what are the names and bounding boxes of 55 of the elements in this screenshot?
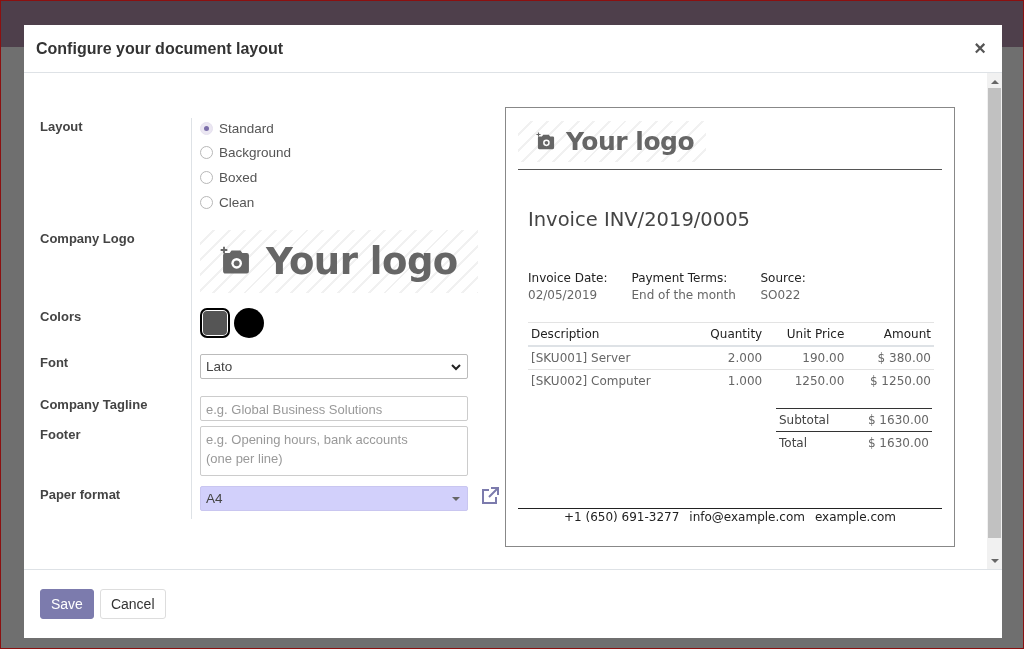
dialog-title: Configure your document layout	[36, 39, 284, 58]
scrollbar[interactable]	[987, 73, 1002, 569]
total-value: $ 1630.00	[847, 431, 932, 454]
field-label: Company Tagline	[40, 396, 149, 415]
radio-option[interactable]: Standard	[200, 116, 292, 141]
column-header: Quantity	[690, 322, 766, 346]
radio-option[interactable]: Background	[200, 140, 292, 166]
contact-text: +1 (650) 691-3277	[563, 510, 680, 524]
close-button[interactable]: ×	[970, 37, 990, 60]
info-label: Invoice Date:	[528, 271, 608, 285]
logo-text: Your logo	[266, 240, 458, 284]
invoice-title: Invoice INV/2019/0005	[528, 208, 751, 231]
column-header: Description	[528, 322, 691, 346]
scroll-up-icon[interactable]	[990, 78, 999, 86]
table-cell: [SKU001] Server	[528, 346, 691, 370]
field-label: Colors	[40, 308, 83, 327]
table-cell: 190.00	[765, 346, 848, 370]
color-swatch[interactable]	[234, 308, 264, 339]
field-label: Footer	[40, 426, 82, 445]
table-cell: 2.000	[690, 346, 766, 370]
save-button[interactable]: Save	[40, 589, 94, 619]
total-value: $ 1630.00	[847, 408, 932, 432]
table-cell: $ 1250.00	[847, 369, 934, 392]
column-header: Unit Price	[765, 322, 848, 346]
info-label: Payment Terms:	[631, 271, 729, 285]
radio-option[interactable]: Clean	[200, 189, 292, 215]
table-cell: [SKU002] Computer	[528, 369, 691, 392]
column-header: Amount	[847, 322, 934, 346]
total-label: Total	[776, 431, 848, 454]
contact-text: example.com	[814, 510, 897, 524]
paper-format-select[interactable]: A4	[200, 486, 468, 512]
color-swatch[interactable]	[200, 308, 230, 339]
scroll-down-icon[interactable]	[990, 557, 999, 565]
info-value: 02/05/2019	[528, 288, 599, 302]
font-select[interactable]: Lato	[200, 354, 468, 380]
table-cell: 1.000	[690, 369, 766, 392]
caret-icon	[450, 494, 462, 503]
total-label: Subtotal	[776, 408, 848, 432]
logo-text: Your logo	[566, 127, 695, 156]
cancel-button[interactable]: Cancel	[99, 589, 166, 619]
external-link-icon[interactable]	[480, 486, 500, 507]
table-cell: $ 380.00	[847, 346, 934, 370]
logo-placeholder[interactable]: Your logo	[200, 230, 478, 294]
caret-icon	[450, 362, 462, 371]
field-label: Paper format	[40, 486, 122, 505]
field-label: Company Logo	[40, 230, 136, 249]
radio-option[interactable]: Boxed	[200, 165, 292, 190]
info-label: Source:	[760, 271, 806, 285]
field-label: Font	[40, 354, 70, 373]
info-value: SO022	[760, 288, 802, 302]
table-cell: 1250.00	[765, 369, 848, 392]
field-label: Layout	[40, 118, 84, 136]
camera-plus-icon	[536, 131, 556, 152]
contact-text: info@example.com	[689, 510, 805, 524]
info-value: End of the month	[631, 288, 737, 302]
